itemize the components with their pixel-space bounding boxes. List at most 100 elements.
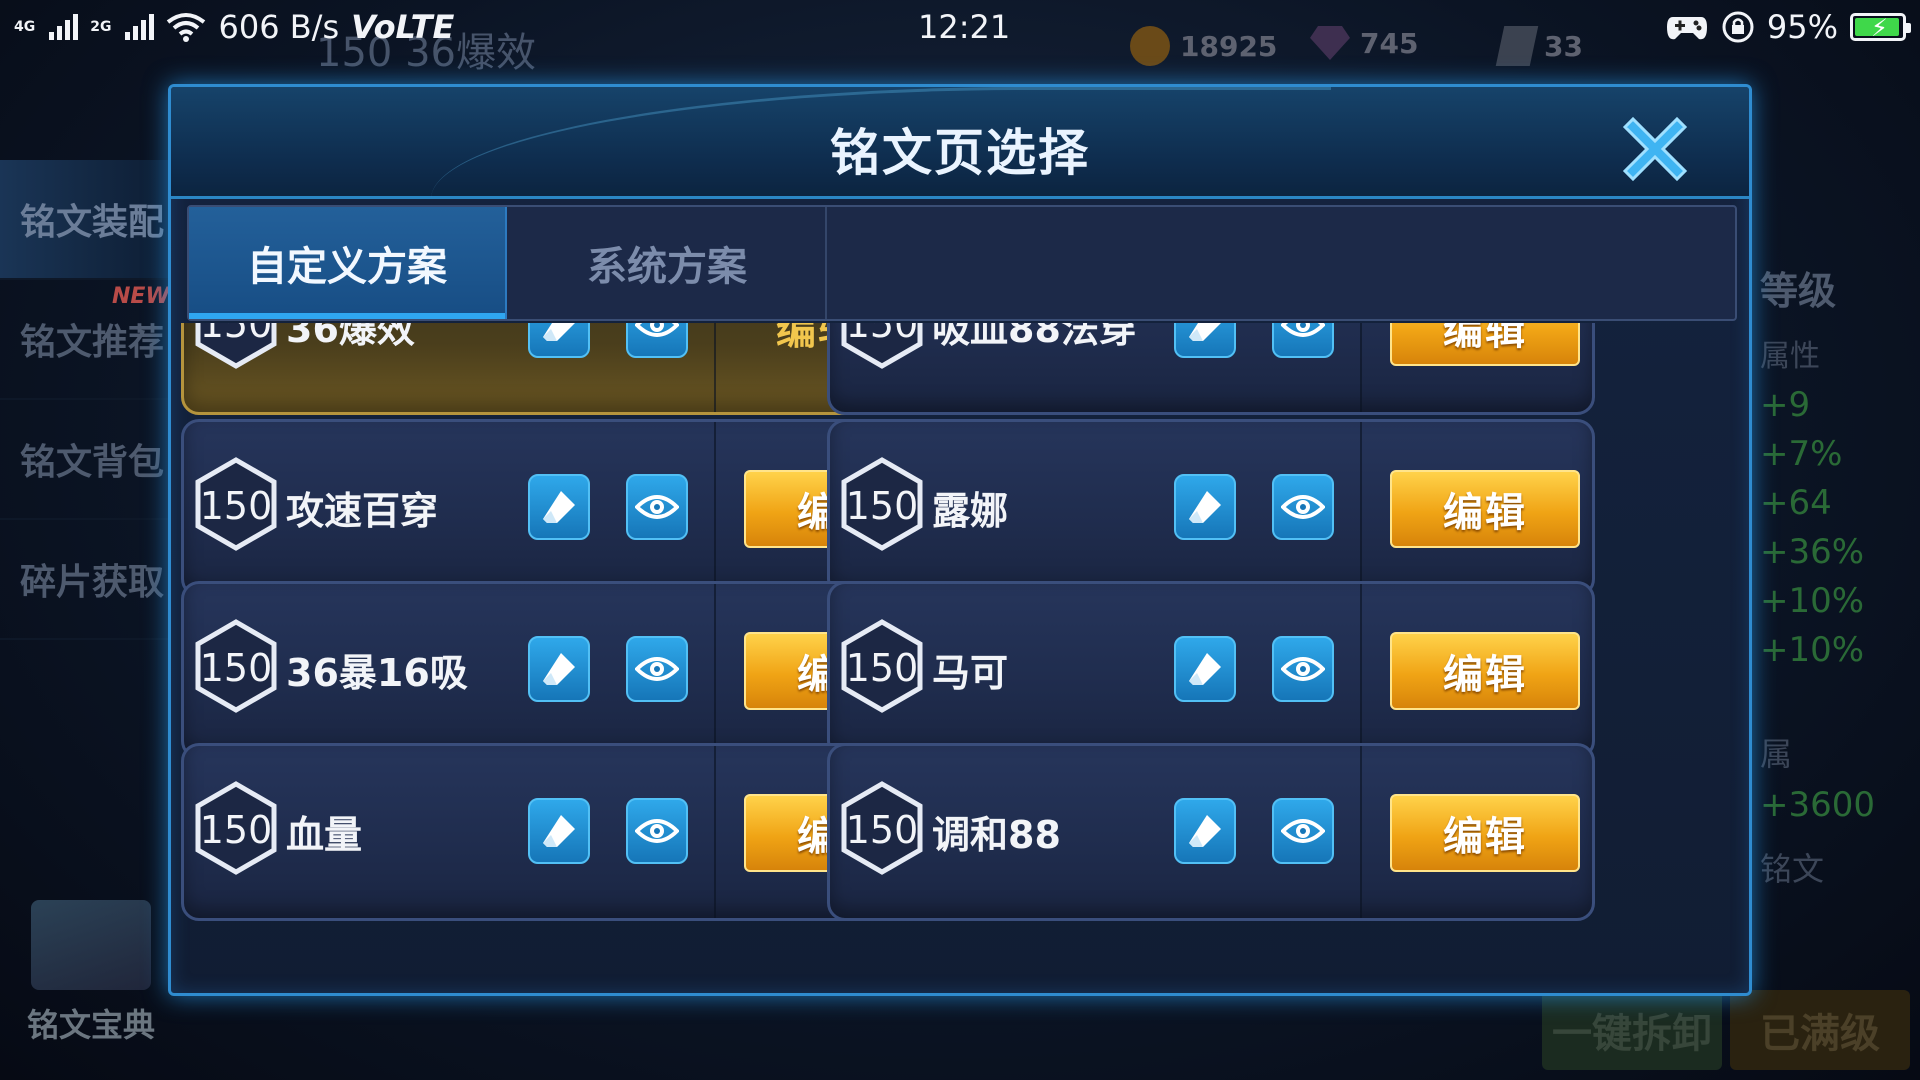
rune-page-card[interactable]: 150 露娜 编辑 — [827, 419, 1595, 597]
rune-page-level: 150 — [199, 323, 273, 346]
status-bar: 4G 2G 606 B/s VoLTE 12:21 95% ⚡ — [0, 0, 1920, 56]
level-hexagon-icon: 150 — [194, 323, 278, 370]
tab-system-plans[interactable]: 系统方案 — [509, 207, 827, 319]
stat-value: +10% — [1760, 630, 1865, 670]
clock: 12:21 — [918, 8, 1011, 46]
new-badge: NEW — [112, 284, 170, 309]
eye-icon — [1281, 647, 1325, 691]
preview-button[interactable] — [1272, 636, 1334, 702]
rename-button[interactable] — [528, 636, 590, 702]
stat-value: +10% — [1760, 581, 1865, 621]
eye-icon — [635, 323, 679, 347]
card-divider — [1360, 746, 1362, 918]
eye-icon — [635, 485, 679, 529]
card-divider — [714, 746, 716, 918]
dialog-title: 铭文页选择 — [830, 124, 1090, 182]
level-hexagon-icon: 150 — [194, 618, 278, 714]
rename-button[interactable] — [528, 474, 590, 540]
rune-page-level: 150 — [845, 323, 919, 346]
preview-button[interactable] — [626, 323, 688, 358]
eye-icon — [635, 809, 679, 853]
rename-button[interactable] — [528, 798, 590, 864]
rune-page-list[interactable]: 15036爆效编辑中150吸血88法穿编辑150攻速百穿编辑150露娜编辑150… — [181, 323, 1741, 993]
level-label: 等级 — [1760, 269, 1837, 313]
card-divider — [1360, 422, 1362, 594]
rune-page-level: 150 — [845, 808, 919, 852]
battery-percent: 95% — [1766, 8, 1838, 46]
rune-codex-button[interactable]: 铭文宝典 — [16, 900, 166, 1046]
preview-button[interactable] — [1272, 798, 1334, 864]
disassemble-all-button[interactable]: 一键拆卸 — [1542, 990, 1722, 1070]
eraser-icon — [1183, 485, 1227, 529]
card-divider — [1360, 584, 1362, 756]
card-divider — [1360, 323, 1362, 412]
tab-custom-plans[interactable]: 自定义方案 — [189, 207, 507, 319]
close-button[interactable] — [1613, 107, 1697, 191]
rune-page-name: 36爆效 — [286, 323, 415, 351]
preview-button[interactable] — [1272, 474, 1334, 540]
side-nav-bag[interactable]: 铭文背包 — [0, 400, 170, 520]
close-icon — [1622, 116, 1688, 182]
preview-button[interactable] — [626, 636, 688, 702]
preview-button[interactable] — [626, 474, 688, 540]
extra-label-2: 铭文 — [1760, 850, 1825, 888]
rename-button[interactable] — [1174, 474, 1236, 540]
eye-icon — [1281, 323, 1325, 347]
volte-label: VoLTE — [351, 8, 455, 46]
rename-button[interactable] — [528, 323, 590, 358]
rune-page-level: 150 — [199, 484, 273, 528]
rune-page-level: 150 — [845, 646, 919, 690]
card-divider — [714, 323, 716, 412]
preview-button[interactable] — [1272, 323, 1334, 358]
rune-page-name: 攻速百穿 — [286, 489, 439, 533]
level-hexagon-icon: 150 — [194, 780, 278, 876]
eraser-icon — [537, 323, 581, 347]
net-speed: 606 B/s — [218, 8, 340, 46]
stat-value: +64 — [1760, 483, 1832, 523]
extra-value: +3600 — [1760, 785, 1876, 825]
rotation-lock-icon — [1722, 11, 1754, 43]
edit-button[interactable]: 编辑 — [1390, 470, 1580, 548]
card-divider — [714, 584, 716, 756]
eraser-icon — [537, 647, 581, 691]
rename-button[interactable] — [1174, 323, 1236, 358]
eye-icon — [1281, 485, 1325, 529]
edit-button[interactable]: 编辑 — [1390, 794, 1580, 872]
edit-button[interactable]: 编辑 — [1390, 323, 1580, 366]
rune-page-name: 露娜 — [932, 489, 1009, 533]
dialog-header: 铭文页选择 — [171, 87, 1749, 199]
rune-page-name: 吸血88法穿 — [932, 323, 1137, 351]
side-nav-fragments[interactable]: 碎片获取 — [0, 520, 170, 640]
card-divider — [714, 422, 716, 594]
rune-page-card[interactable]: 150 调和88 编辑 — [827, 743, 1595, 921]
extra-label: 属 — [1760, 735, 1793, 773]
level-hexagon-icon: 150 — [840, 618, 924, 714]
rename-button[interactable] — [1174, 798, 1236, 864]
tab-bar: 自定义方案 系统方案 — [187, 205, 1737, 321]
rune-page-card[interactable]: 150 马可 编辑 — [827, 581, 1595, 759]
rune-page-name: 调和88 — [932, 813, 1061, 857]
battery-icon: ⚡ — [1850, 13, 1911, 42]
signal-bars-icon — [49, 14, 79, 40]
edit-button[interactable]: 编辑 — [1390, 632, 1580, 710]
rune-page-card[interactable]: 150 吸血88法穿 编辑 — [827, 323, 1595, 415]
side-nav: 铭文装配 铭文推荐 铭文背包 碎片获取 — [0, 160, 170, 640]
rune-page-name: 马可 — [932, 651, 1009, 695]
preview-button[interactable] — [626, 798, 688, 864]
signal-4g-label: 4G — [14, 19, 36, 35]
signal-2g-label: 2G — [90, 19, 112, 35]
eraser-icon — [537, 485, 581, 529]
eraser-icon — [1183, 809, 1227, 853]
attr-label: 属性 — [1760, 339, 1820, 374]
rune-page-name: 血量 — [286, 813, 363, 857]
eye-icon — [635, 647, 679, 691]
book-icon — [31, 900, 151, 990]
stat-value: +9 — [1760, 385, 1811, 425]
rename-button[interactable] — [1174, 636, 1236, 702]
level-hexagon-icon: 150 — [840, 780, 924, 876]
eraser-icon — [1183, 323, 1227, 347]
signal-bars-icon — [125, 14, 155, 40]
level-hexagon-icon: 150 — [194, 456, 278, 552]
side-nav-equip[interactable]: 铭文装配 — [0, 160, 170, 280]
stat-value: +7% — [1760, 434, 1843, 474]
